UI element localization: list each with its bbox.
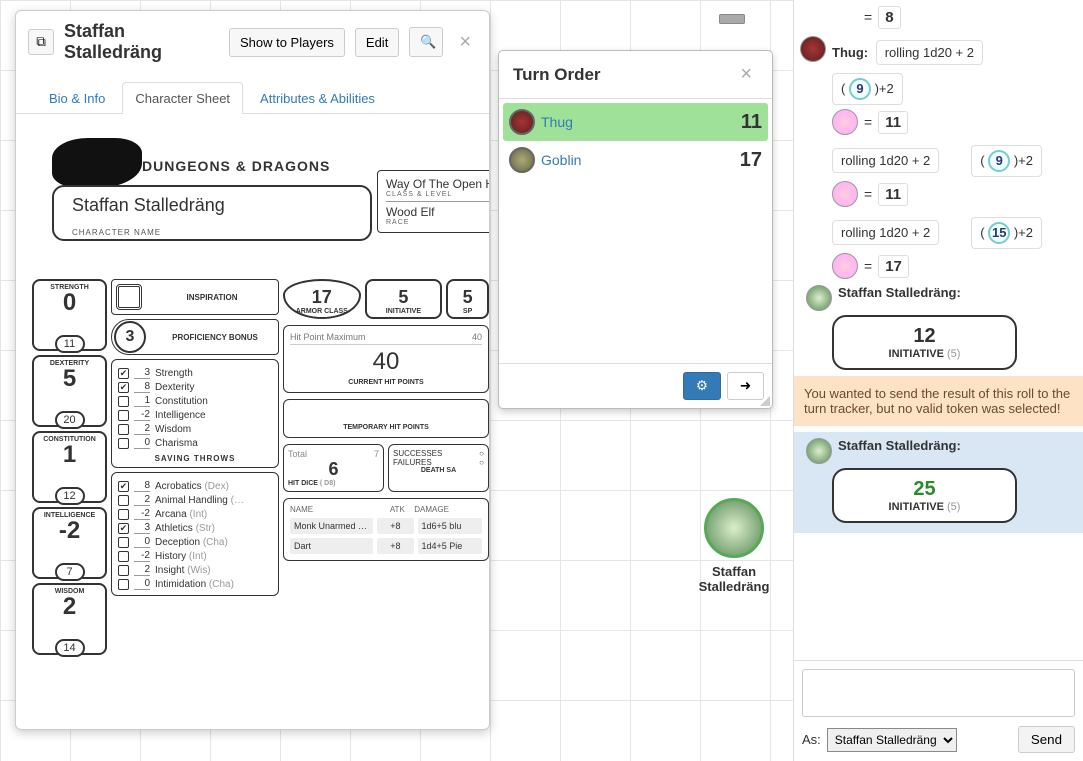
name-banner: Staffan Stalledräng CHARACTER NAME (52, 185, 372, 241)
zoom-slider[interactable] (725, 0, 739, 26)
hp-current-value[interactable]: 40 (290, 348, 482, 376)
chat-log[interactable]: =8Thug: rolling 1d20 + 2( 9 )+2=11rollin… (794, 0, 1083, 660)
character-name-input[interactable]: Staffan Stalledräng (72, 195, 352, 216)
armor-class-box[interactable]: 17 ARMOR CLASS (283, 279, 361, 319)
avatar (806, 438, 832, 464)
avatar (832, 253, 858, 279)
avatar (806, 285, 832, 311)
turn-order-panel[interactable]: Turn Order × Thug11Goblin17 ⚙ ➜ (498, 50, 773, 409)
tab-bio[interactable]: Bio & Info (36, 82, 118, 114)
hp-max-value[interactable]: 40 (472, 332, 482, 342)
ability-constitution[interactable]: CONSTITUTION112 (32, 431, 107, 503)
class-level-label: CLASS & LEVEL (386, 191, 489, 198)
save-row[interactable]: 2Wisdom (118, 422, 272, 436)
warning-message: You wanted to send the result of this ro… (794, 376, 1083, 426)
ability-intelligence[interactable]: INTELLIGENCE-27 (32, 507, 107, 579)
proficiency-label: PROFICIENCY BONUS (154, 333, 276, 342)
attacks-box: NAMEATKDAMAGE Monk Unarmed …+81d6+5 bluD… (283, 498, 489, 561)
sheet-body: DUNGEONS & DRAGONS Staffan Stalledräng C… (16, 114, 489, 729)
send-button[interactable]: Send (1018, 726, 1075, 753)
proficiency-bonus-value[interactable]: 3 (114, 321, 146, 353)
initiative-card: 25INITIATIVE (5) (832, 468, 1017, 523)
hit-dice-box[interactable]: Total7 6 HIT DICE ( D8) (283, 444, 384, 492)
avatar (800, 36, 826, 62)
initiative-card: 12INITIATIVE (5) (832, 315, 1017, 370)
speak-as-label: As: (802, 732, 821, 747)
turn-order-title: Turn Order (513, 65, 601, 85)
inspiration-label: INSPIRATION (150, 293, 274, 302)
saving-throws-box: 3Strength8Dexterity1Constitution-2Intell… (111, 359, 279, 468)
token-name: Staffan Stalledräng (675, 564, 793, 594)
skill-row[interactable]: 2Insight (Wis) (118, 563, 272, 577)
race-label: RACE (386, 219, 489, 226)
search-button[interactable]: 🔍 (409, 27, 443, 57)
death-saves-box[interactable]: SUCCESSES○ FAILURES○ DEATH SA (388, 444, 489, 492)
popout-button[interactable]: ⧉ (28, 29, 54, 55)
tab-character-sheet[interactable]: Character Sheet (122, 82, 243, 114)
save-row[interactable]: 1Constitution (118, 394, 272, 408)
inspiration-toggle[interactable] (116, 284, 142, 310)
chat-input[interactable] (802, 669, 1075, 717)
save-row[interactable]: -2Intelligence (118, 408, 272, 422)
save-row[interactable]: 8Dexterity (118, 380, 272, 394)
proficiency-box: 3 PROFICIENCY BONUS (111, 319, 279, 355)
edit-button[interactable]: Edit (355, 28, 399, 57)
save-row[interactable]: 0Charisma (118, 436, 272, 450)
temp-hp-box[interactable]: TEMPORARY HIT POINTS (283, 399, 489, 438)
ability-wisdom[interactable]: WISDOM214 (32, 583, 107, 655)
speak-as-select[interactable]: Staffan Stalledräng (827, 728, 957, 752)
resize-handle[interactable] (760, 396, 770, 406)
skill-row[interactable]: -2History (Int) (118, 549, 272, 563)
skill-row[interactable]: 0Intimidation (Cha) (118, 577, 272, 591)
skill-row[interactable]: 0Deception (Cha) (118, 535, 272, 549)
dialog-tabs: Bio & Info Character Sheet Attributes & … (16, 81, 489, 114)
avatar (832, 109, 858, 135)
race-value[interactable]: Wood Elf (386, 205, 489, 219)
turn-settings-button[interactable]: ⚙ (683, 372, 721, 400)
dialog-title: Staffan Stalledräng (64, 21, 219, 63)
attack-row[interactable]: Dart+81d4+5 Pie (288, 536, 484, 556)
show-to-players-button[interactable]: Show to Players (229, 28, 345, 57)
turn-row[interactable]: Goblin17 (503, 141, 768, 179)
turn-row[interactable]: Thug11 (503, 103, 768, 141)
save-row[interactable]: 3Strength (118, 366, 272, 380)
token-icon (509, 147, 535, 173)
map-token[interactable]: Staffan Stalledräng (675, 498, 793, 594)
character-dialog: ⧉ Staffan Stalledräng Show to Players Ed… (15, 10, 490, 730)
ability-dexterity[interactable]: DEXTERITY520 (32, 355, 107, 427)
class-level-value[interactable]: Way Of The Open Ha (386, 177, 489, 191)
dnd-logo-art (52, 138, 142, 188)
token-avatar (704, 498, 764, 558)
skill-row[interactable]: 2Animal Handling (… (118, 493, 272, 507)
hp-box: Hit Point Maximum40 40 CURRENT HIT POINT… (283, 325, 489, 393)
skill-row[interactable]: -2Arcana (Int) (118, 507, 272, 521)
dnd-logo-text: DUNGEONS & DRAGONS (142, 158, 330, 174)
speed-box[interactable]: 5 SP (446, 279, 489, 319)
chat-sidebar: =8Thug: rolling 1d20 + 2( 9 )+2=11rollin… (793, 0, 1083, 761)
initiative-box[interactable]: 5 INITIATIVE (365, 279, 443, 319)
inspiration-box[interactable]: INSPIRATION (111, 279, 279, 315)
close-icon[interactable]: × (453, 31, 477, 54)
token-icon (509, 109, 535, 135)
tab-attributes[interactable]: Attributes & Abilities (247, 82, 388, 114)
next-turn-button[interactable]: ➜ (727, 372, 764, 400)
skills-box: 8Acrobatics (Dex)2Animal Handling (…-2Ar… (111, 472, 279, 596)
turn-order-close-icon[interactable]: × (734, 63, 758, 86)
attack-row[interactable]: Monk Unarmed …+81d6+5 blu (288, 516, 484, 536)
skill-row[interactable]: 8Acrobatics (Dex) (118, 479, 272, 493)
skill-row[interactable]: 3Athletics (Str) (118, 521, 272, 535)
character-name-label: CHARACTER NAME (72, 228, 352, 237)
avatar (832, 181, 858, 207)
ability-strength[interactable]: STRENGTH011 (32, 279, 107, 351)
saves-label: SAVING THROWS (118, 454, 272, 463)
